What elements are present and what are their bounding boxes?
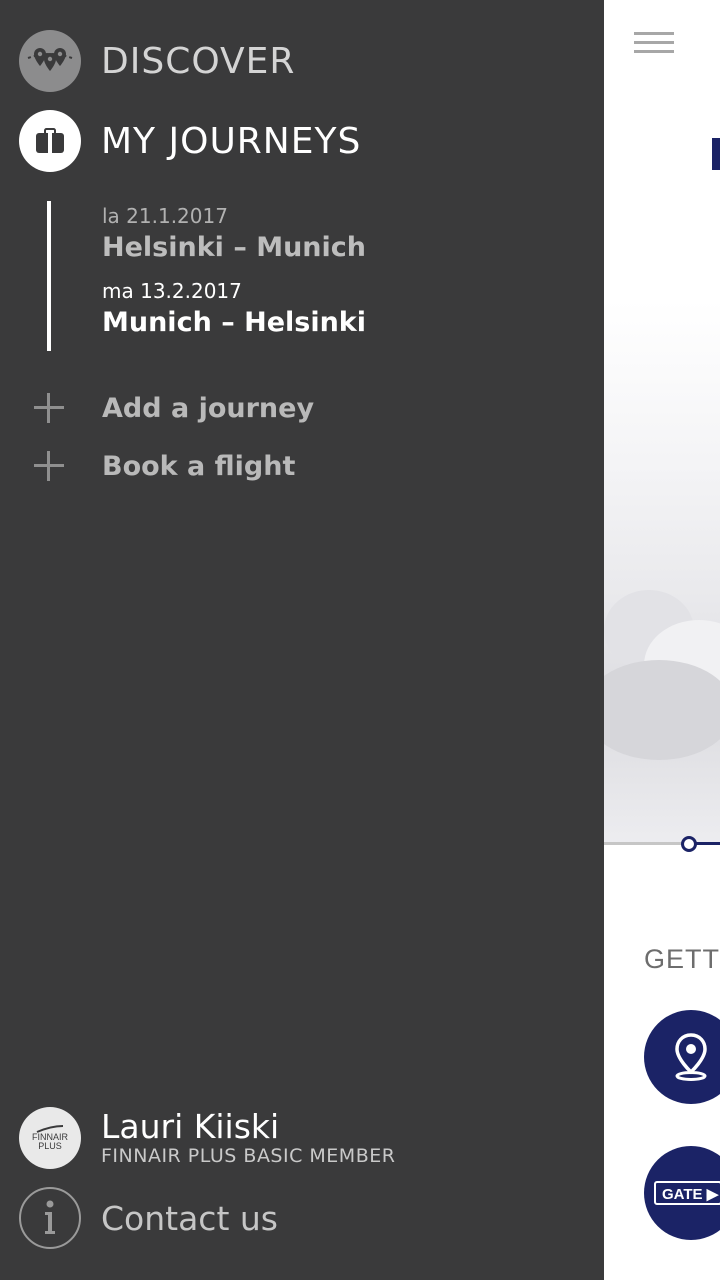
- add-journey-button[interactable]: Add a journey: [32, 388, 314, 428]
- menu-icon[interactable]: [634, 32, 674, 54]
- nav-item-my-journeys[interactable]: MY JOURNEYS: [19, 110, 361, 172]
- section-heading: GETTI: [644, 944, 720, 974]
- plus-icon: [32, 391, 66, 425]
- contact-us-button[interactable]: Contact us: [19, 1187, 278, 1249]
- book-flight-button[interactable]: Book a flight: [32, 446, 295, 486]
- progress-track-past: [604, 842, 684, 845]
- membership-tier: FINNAIR PLUS BASIC MEMBER: [101, 1145, 396, 1167]
- contact-us-label: Contact us: [101, 1198, 278, 1238]
- profile-row[interactable]: FINNAIR PLUS Lauri Kiiski FINNAIR PLUS B…: [19, 1107, 395, 1169]
- finnair-plus-logo: FINNAIR PLUS: [19, 1107, 81, 1169]
- cloud-hero-image: [604, 300, 720, 845]
- gate-button[interactable]: GATE ▶: [644, 1146, 720, 1240]
- logo-line-2: PLUS: [38, 1141, 62, 1151]
- journey-route: Munich – Helsinki: [102, 307, 367, 338]
- background-app-panel: GETTI GATE ▶: [604, 0, 720, 1280]
- location-button[interactable]: [644, 1010, 720, 1104]
- journey-date: la 21.1.2017: [102, 204, 228, 228]
- journey-route: Helsinki – Munich: [102, 232, 367, 263]
- journey-date: ma 13.2.2017: [102, 279, 242, 303]
- nav-label-my-journeys: MY JOURNEYS: [101, 120, 362, 162]
- map-pins-icon: [19, 30, 81, 92]
- add-journey-label: Add a journey: [102, 392, 315, 424]
- book-flight-label: Book a flight: [102, 450, 296, 482]
- journey-item[interactable]: ma 13.2.2017 Munich – Helsinki: [102, 279, 366, 338]
- info-icon: [19, 1187, 81, 1249]
- location-pin-icon: [675, 1033, 707, 1081]
- journey-item[interactable]: la 21.1.2017 Helsinki – Munich: [102, 204, 366, 263]
- navigation-drawer: DISCOVER MY JOURNEYS la 21.1.2017 Helsin…: [0, 0, 604, 1280]
- plus-icon: [32, 449, 66, 483]
- journey-list-indicator: [47, 201, 51, 351]
- nav-item-discover[interactable]: DISCOVER: [19, 30, 295, 92]
- gate-sign-icon: GATE ▶: [654, 1181, 720, 1205]
- suitcase-icon: [19, 110, 81, 172]
- nav-label-discover: DISCOVER: [101, 40, 296, 82]
- gate-label: GATE: [662, 1186, 703, 1203]
- profile-name: Lauri Kiiski: [101, 1107, 280, 1146]
- progress-marker: [681, 836, 697, 852]
- hero-accent: [712, 138, 720, 170]
